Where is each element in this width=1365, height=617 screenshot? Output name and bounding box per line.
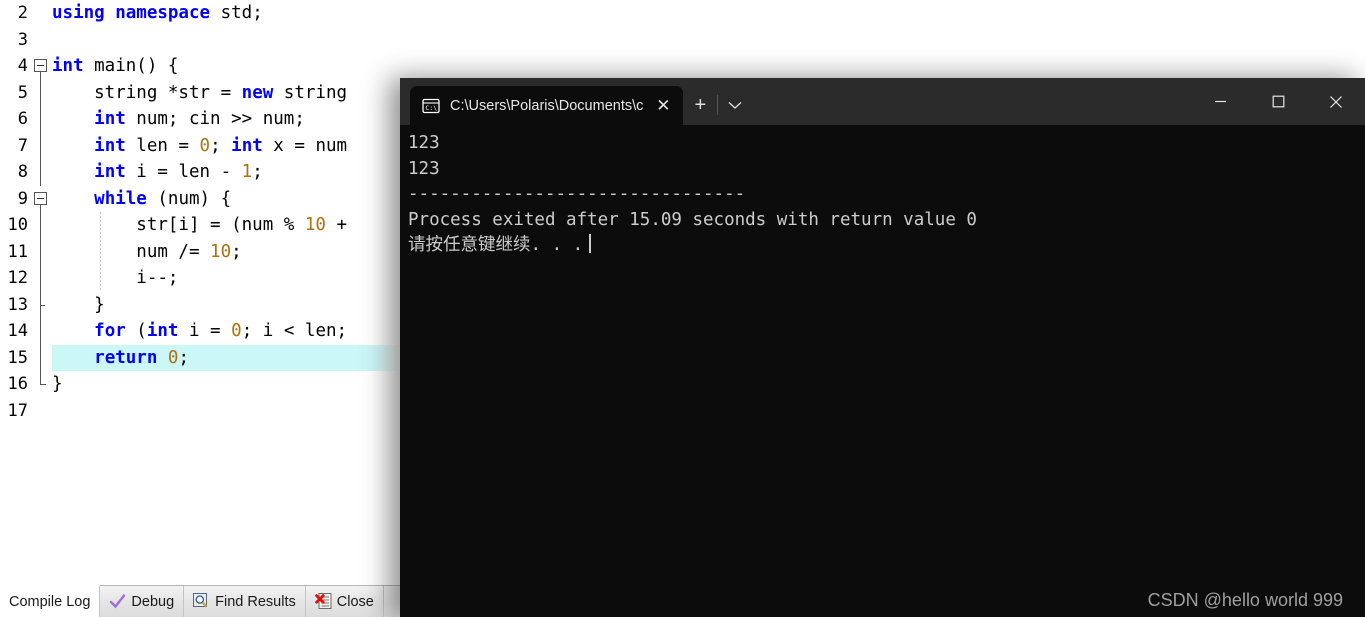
fold-guide-line — [40, 238, 41, 265]
terminal-cursor — [589, 234, 592, 253]
fold-gutter[interactable] — [30, 27, 52, 54]
line-number: 8 — [17, 162, 28, 182]
fold-guide-line — [40, 159, 41, 186]
terminal-output-line: 请按任意键继续. . . — [408, 233, 1365, 259]
fold-guide-line — [40, 318, 41, 345]
fold-gutter[interactable] — [30, 212, 52, 239]
new-tab-button[interactable]: + — [683, 86, 717, 125]
line-number: 7 — [17, 135, 28, 156]
fold-gutter[interactable] — [30, 398, 52, 425]
fold-guide-tick — [40, 291, 45, 318]
fold-gutter[interactable] — [30, 106, 52, 133]
fold-guide-line — [40, 132, 41, 159]
fold-gutter[interactable] — [30, 318, 52, 345]
line-number: 16 — [7, 374, 28, 394]
line-number: 4 — [17, 56, 28, 76]
bottom-tab-label: Debug — [131, 593, 175, 610]
windows-terminal-window: C:\ C:\Users\Polaris\Documents\c ✕ + 123… — [400, 78, 1365, 617]
fold-guide-line — [40, 265, 41, 292]
line-number: 9 — [17, 188, 28, 209]
terminal-output-line: 123 — [408, 133, 440, 153]
bottom-tab-compile-log[interactable]: Compile Log — [0, 585, 101, 617]
fold-collapse-icon[interactable] — [34, 191, 47, 205]
fold-gutter[interactable] — [30, 291, 52, 318]
indent-guide — [100, 212, 101, 292]
fold-guide-line — [40, 79, 41, 106]
fold-gutter[interactable] — [30, 344, 52, 371]
line-number: 12 — [7, 268, 28, 288]
magnifier-icon — [193, 593, 210, 610]
terminal-tab-title: C:\Users\Polaris\Documents\c — [450, 97, 644, 114]
terminal-output-area[interactable]: 123 123 -------------------------------- Pr… — [400, 125, 1365, 617]
code-line-text: using namespace std; — [52, 3, 263, 23]
fold-guide-end — [40, 371, 46, 385]
fold-gutter[interactable] — [30, 159, 52, 186]
window-controls — [1191, 78, 1365, 125]
terminal-output-line: 123 — [408, 158, 440, 179]
fold-gutter[interactable] — [30, 186, 52, 213]
fold-gutter[interactable] — [30, 238, 52, 265]
close-button[interactable] — [1307, 78, 1365, 125]
fold-gutter[interactable] — [30, 79, 52, 106]
fold-guide-line — [40, 106, 41, 133]
minimize-button[interactable] — [1191, 78, 1249, 125]
code-line[interactable]: 3 — [0, 27, 1365, 54]
bottom-tab-label: Compile Log — [9, 594, 91, 610]
code-line-text — [52, 27, 1365, 54]
fold-collapse-icon[interactable] — [34, 59, 47, 72]
line-number: 6 — [17, 109, 28, 129]
screen-root: 2 using namespace std; 3 4 int main() {5 st… — [0, 0, 1365, 617]
fold-gutter[interactable] — [30, 132, 52, 159]
line-number: 2 — [17, 3, 28, 23]
terminal-titlebar[interactable]: C:\ C:\Users\Polaris\Documents\c ✕ + — [400, 78, 1365, 125]
fold-guide-line — [40, 212, 41, 239]
line-number: 13 — [7, 294, 28, 315]
fold-gutter[interactable] — [30, 371, 52, 398]
close-red-icon — [314, 593, 332, 610]
check-icon — [109, 593, 126, 610]
terminal-output-line: Process exited after 15.09 seconds with … — [408, 209, 977, 230]
code-line[interactable]: 2 using namespace std; — [0, 0, 1365, 27]
line-number: 5 — [17, 82, 28, 103]
line-number: 11 — [7, 241, 28, 262]
bottom-tab-debug[interactable]: Debug — [100, 586, 185, 617]
line-number: 17 — [7, 400, 28, 421]
line-number: 15 — [7, 347, 28, 368]
maximize-button[interactable] — [1249, 78, 1307, 125]
terminal-tabstrip: C:\ C:\Users\Polaris\Documents\c ✕ + — [400, 78, 1191, 125]
code-line-text: int main() { — [52, 56, 179, 76]
line-number: 10 — [7, 215, 28, 235]
chevron-down-icon[interactable] — [718, 86, 752, 125]
line-number: 14 — [7, 321, 28, 341]
fold-gutter[interactable] — [30, 0, 52, 27]
command-prompt-icon: C:\ — [422, 97, 440, 115]
code-line[interactable]: 4 int main() { — [0, 53, 1365, 80]
fold-gutter[interactable] — [30, 53, 52, 80]
fold-gutter[interactable] — [30, 265, 52, 292]
watermark-text: CSDN @hello world 999 — [1147, 590, 1343, 610]
fold-guide-line — [40, 344, 41, 371]
terminal-tab[interactable]: C:\ C:\Users\Polaris\Documents\c ✕ — [410, 86, 684, 125]
bottom-tab-find-results[interactable]: Find Results — [184, 586, 306, 617]
terminal-tab-close-icon[interactable]: ✕ — [653, 97, 673, 114]
bottom-tab-label: Close — [336, 593, 374, 610]
line-number: 3 — [17, 29, 28, 50]
svg-text:C:\: C:\ — [425, 104, 437, 112]
bottom-tab-label: Find Results — [215, 593, 296, 610]
bottom-tab-close[interactable]: Close — [306, 586, 384, 617]
terminal-output-line: -------------------------------- — [408, 184, 746, 204]
